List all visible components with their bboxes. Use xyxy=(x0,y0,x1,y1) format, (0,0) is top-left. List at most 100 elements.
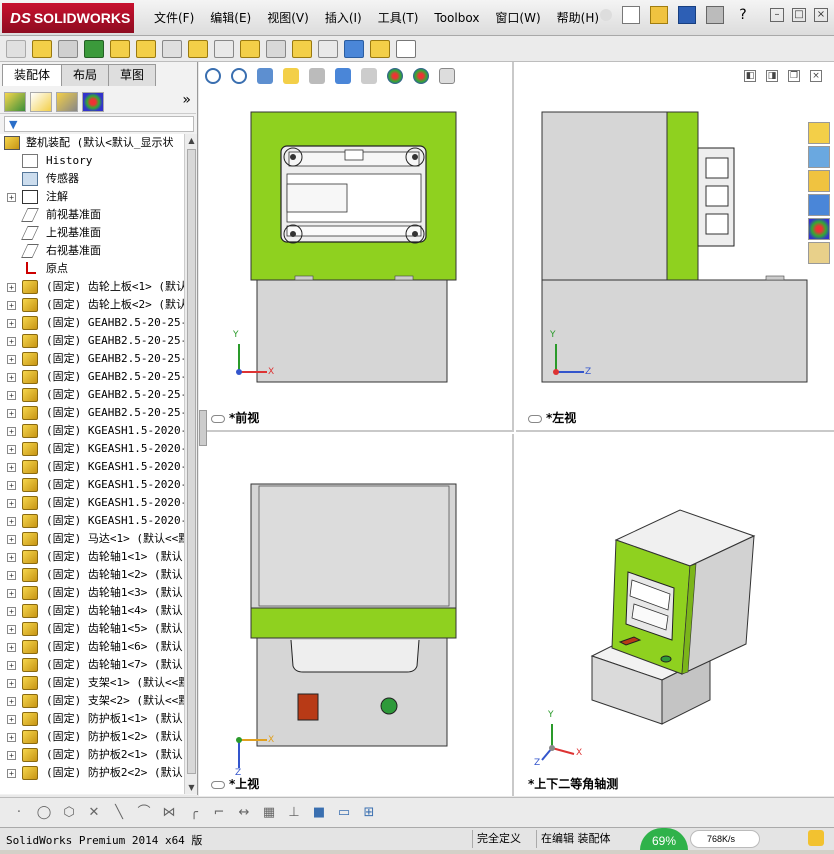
tree-item[interactable]: 上视基准面 xyxy=(0,224,184,242)
custom-properties-icon[interactable] xyxy=(808,242,830,264)
grid-icon[interactable]: ▦ xyxy=(260,804,278,822)
menu-file[interactable]: 文件(F) xyxy=(146,0,202,36)
mate-icon[interactable] xyxy=(84,39,104,58)
tree-item[interactable]: 传感器 xyxy=(0,170,184,188)
relation-icon[interactable]: ⊥ xyxy=(285,804,303,822)
expand-icon[interactable]: + xyxy=(7,769,16,778)
expand-icon[interactable]: + xyxy=(7,625,16,634)
tab-sketch[interactable]: 草图 xyxy=(108,64,157,86)
smart-fastener-icon[interactable] xyxy=(136,39,156,58)
polygon-icon[interactable]: ⬡ xyxy=(60,804,78,822)
panel-splitter[interactable] xyxy=(199,410,207,446)
configuration-manager-icon[interactable] xyxy=(56,91,78,112)
linear-pattern-icon[interactable] xyxy=(110,39,130,58)
menu-tools[interactable]: 工具(T) xyxy=(370,0,427,36)
tree-item[interactable]: + (固定) GEAHB2.5-20-25-8 xyxy=(0,386,184,404)
tree-item[interactable]: + (固定) 齿轮轴1<7> (默认 xyxy=(0,656,184,674)
link-views-icon[interactable] xyxy=(211,414,225,423)
help-balloon-icon[interactable] xyxy=(808,830,824,846)
tree-item[interactable]: + 注解 xyxy=(0,188,184,206)
expand-icon[interactable]: + xyxy=(7,715,16,724)
expand-icon[interactable]: + xyxy=(7,679,16,688)
tree-item[interactable]: + (固定) 齿轮上板<1> (默认 xyxy=(0,278,184,296)
design-library-icon[interactable] xyxy=(808,146,830,168)
tree-item[interactable]: + (固定) 支架<1> (默认<<默 xyxy=(0,674,184,692)
solidworks-resources-icon[interactable] xyxy=(808,122,830,144)
expand-icon[interactable]: + xyxy=(7,463,16,472)
offset-icon[interactable]: ⌒ xyxy=(135,804,153,822)
scroll-up-icon[interactable]: ▲ xyxy=(186,134,197,147)
viewport-top[interactable]: Z X *上视 xyxy=(199,434,514,796)
expand-icon[interactable]: + xyxy=(7,553,16,562)
tree-item[interactable]: + (固定) KGEASH1.5-2020-1 xyxy=(0,494,184,512)
tree-item[interactable]: + (固定) KGEASH1.5-2020-1 xyxy=(0,422,184,440)
tree-item[interactable]: + (固定) 齿轮轴1<5> (默认 xyxy=(0,620,184,638)
reference-geometry-icon[interactable] xyxy=(240,39,260,58)
file-explorer-icon[interactable] xyxy=(808,170,830,192)
view-palette-icon[interactable] xyxy=(808,194,830,216)
tree-item[interactable]: 原点 xyxy=(0,260,184,278)
expand-icon[interactable]: + xyxy=(7,661,16,670)
expand-icon[interactable]: + xyxy=(7,607,16,616)
viewport-left[interactable]: ◧ ◨ ❐ × Y Z *左视 xyxy=(516,62,834,432)
tree-item[interactable]: + (固定) 支架<2> (默认<<默 xyxy=(0,692,184,710)
tree-item[interactable]: + (固定) 马达<1> (默认<<默 xyxy=(0,530,184,548)
pin-icon[interactable] xyxy=(600,9,612,21)
tree-item[interactable]: + (固定) KGEASH1.5-2020-1 xyxy=(0,476,184,494)
tree-root[interactable]: 整机装配 (默认<默认_显示状 xyxy=(0,134,184,152)
expand-icon[interactable]: + xyxy=(7,373,16,382)
property-manager-icon[interactable] xyxy=(30,91,52,112)
edit-component-icon[interactable] xyxy=(58,39,78,58)
tree-item[interactable]: + (固定) 齿轮轴1<6> (默认 xyxy=(0,638,184,656)
menu-edit[interactable]: 编辑(E) xyxy=(202,0,259,36)
expand-icon[interactable]: + xyxy=(7,697,16,706)
tree-item[interactable]: + (固定) KGEASH1.5-2020-1 xyxy=(0,512,184,530)
display-manager-icon[interactable] xyxy=(82,91,104,112)
cube-view-icon[interactable]: ■ xyxy=(310,804,328,822)
viewport-isometric[interactable]: Y X Z *上下二等角轴测 xyxy=(516,434,834,796)
expand-icon[interactable]: + xyxy=(7,643,16,652)
viewport-front[interactable]: Y X *前视 xyxy=(199,62,514,432)
tree-item[interactable]: + (固定) 齿轮轴1<1> (默认 xyxy=(0,548,184,566)
new-motion-study-icon[interactable] xyxy=(266,39,286,58)
bill-of-materials-icon[interactable] xyxy=(292,39,312,58)
line-icon[interactable]: ╲ xyxy=(110,804,128,822)
new-document-icon[interactable] xyxy=(622,6,640,24)
assembly-tool-icon[interactable] xyxy=(6,39,26,58)
exploded-view-icon[interactable] xyxy=(318,39,338,58)
expand-icon[interactable]: + xyxy=(7,571,16,580)
tree-item[interactable]: + (固定) 齿轮上板<2> (默认 xyxy=(0,296,184,314)
scroll-thumb[interactable] xyxy=(187,149,196,774)
dimension-icon[interactable]: ↔ xyxy=(235,804,253,822)
snapshot-icon[interactable] xyxy=(396,39,416,58)
expand-icon[interactable]: + xyxy=(7,193,16,202)
link-views-icon[interactable] xyxy=(211,780,225,789)
tree-item[interactable]: + (固定) 防护板1<2> (默认 xyxy=(0,728,184,746)
menu-help[interactable]: 帮助(H) xyxy=(549,0,607,36)
tree-item[interactable]: + (固定) GEAHB2.5-20-25-8 xyxy=(0,368,184,386)
tree-item[interactable]: + (固定) KGEASH1.5-2020-1 xyxy=(0,440,184,458)
move-component-icon[interactable] xyxy=(162,39,182,58)
tree-item[interactable]: + (固定) 齿轮轴1<2> (默认 xyxy=(0,566,184,584)
circle-icon[interactable]: ◯ xyxy=(35,804,53,822)
tree-item[interactable]: + (固定) GEAHB2.5-20-25-8 xyxy=(0,404,184,422)
solidworks-logo[interactable]: DS SOLIDWORKS xyxy=(2,3,134,33)
expand-icon[interactable]: + xyxy=(7,517,16,526)
expand-icon[interactable]: + xyxy=(7,445,16,454)
expand-icon[interactable]: + xyxy=(7,409,16,418)
restore-icon[interactable]: □ xyxy=(792,8,806,22)
minimize-icon[interactable]: – xyxy=(770,8,784,22)
expand-icon[interactable]: + xyxy=(7,535,16,544)
point-icon[interactable]: · xyxy=(10,804,28,822)
menu-view[interactable]: 视图(V) xyxy=(259,0,317,36)
save-icon[interactable] xyxy=(678,6,696,24)
tree-item[interactable]: + (固定) GEAHB2.5-20-25-8 xyxy=(0,314,184,332)
mirror-icon[interactable]: ⋈ xyxy=(160,804,178,822)
tree-item[interactable]: + (固定) GEAHB2.5-20-25-8 xyxy=(0,350,184,368)
show-hidden-icon[interactable] xyxy=(188,39,208,58)
tree-item[interactable]: + (固定) 齿轮轴1<3> (默认 xyxy=(0,584,184,602)
feature-manager-icon[interactable] xyxy=(4,91,26,112)
graphics-area[interactable]: Y X *前视 ◧ ◨ ❐ × Y Z *左视 Z X *上视 Y X Z *上… xyxy=(199,62,834,796)
tree-item[interactable]: + (固定) 防护板2<1> (默认 xyxy=(0,746,184,764)
tree-item[interactable]: + (固定) 防护板2<2> (默认 xyxy=(0,764,184,782)
